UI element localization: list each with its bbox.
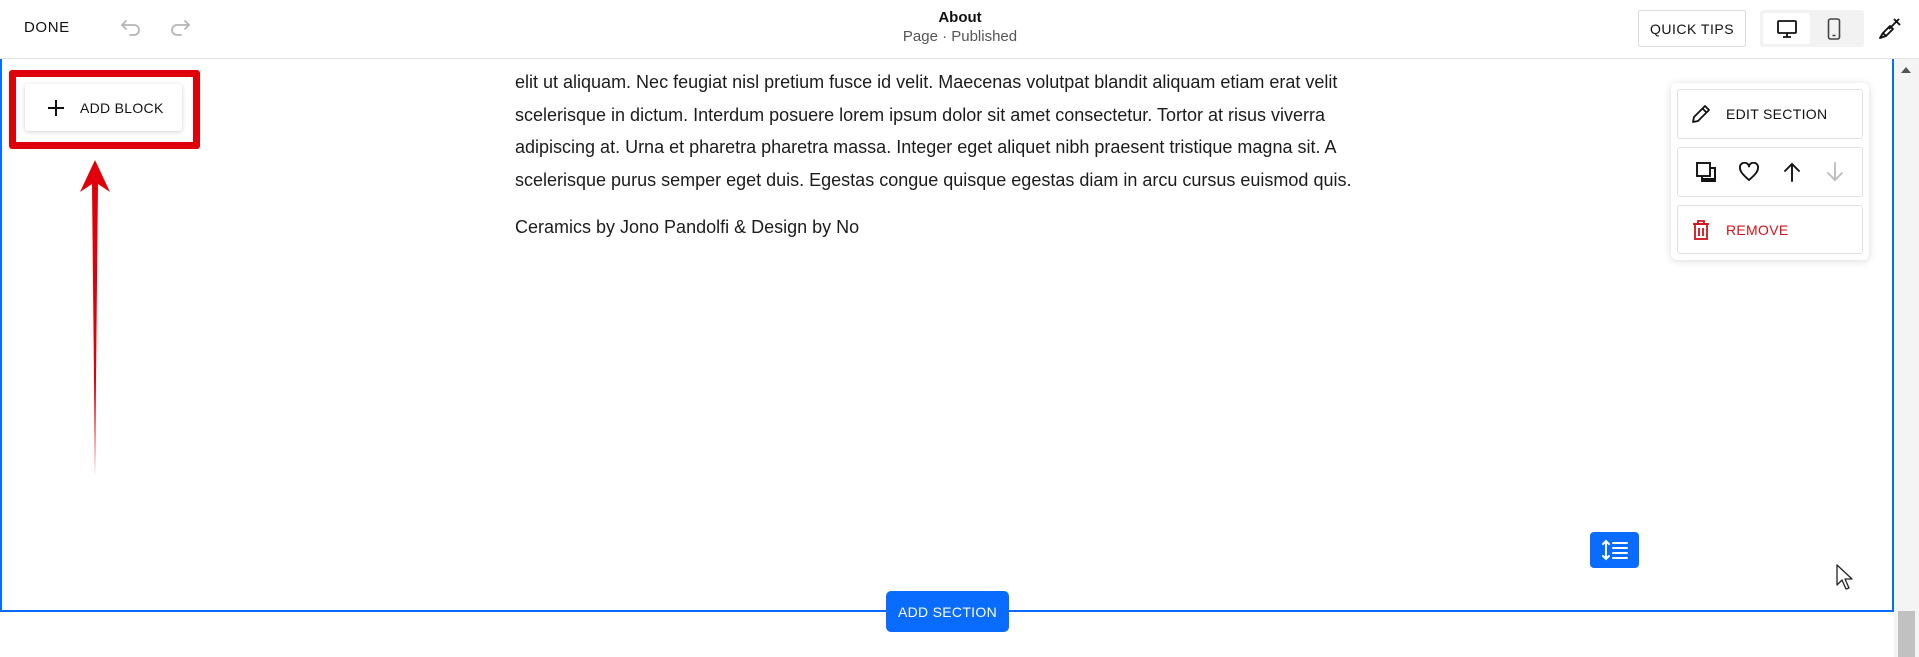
body-text[interactable]: elit ut aliquam. Nec feugiat nisl pretiu… [515, 66, 1395, 196]
scroll-thumb[interactable] [1898, 611, 1915, 657]
desktop-view-button[interactable] [1763, 13, 1810, 44]
edit-section-button[interactable]: EDIT SECTION [1677, 89, 1863, 139]
remove-section-button[interactable]: REMOVE [1677, 205, 1863, 254]
done-button[interactable]: DONE [24, 17, 70, 39]
add-block-button[interactable]: ADD BLOCK [25, 84, 182, 131]
page-title: About [938, 9, 982, 26]
undo-icon[interactable] [119, 15, 143, 39]
edit-section-label: EDIT SECTION [1726, 106, 1828, 122]
add-block-label: ADD BLOCK [80, 99, 164, 116]
quick-tips-button[interactable]: QUICK TIPS [1638, 10, 1746, 47]
mobile-view-button[interactable] [1810, 13, 1857, 44]
section-menu: EDIT SECTION REMOVE [1671, 83, 1869, 260]
body-line: scelerisque purus semper eget duis. Eges… [515, 169, 1352, 190]
add-section-button[interactable]: ADD SECTION [886, 591, 1009, 632]
desktop-icon [1776, 19, 1797, 38]
annotation-arrow [80, 160, 110, 476]
section-tools-row [1677, 147, 1863, 197]
top-toolbar: DONE About Page · Published QUICK TIPS [0, 0, 1919, 59]
arrow-up-icon [1783, 162, 1800, 182]
editor-page: DONE About Page · Published QUICK TIPS e… [0, 0, 1919, 657]
section-spacing-button[interactable] [1590, 532, 1639, 568]
pencil-icon [1688, 101, 1714, 127]
site-styles-button[interactable] [1875, 14, 1905, 44]
mobile-icon [1827, 17, 1840, 40]
page-status: Page · Published [902, 28, 1018, 45]
paintbrush-icon [1879, 18, 1901, 39]
remove-label: REMOVE [1726, 221, 1789, 238]
move-section-up-button[interactable] [1777, 157, 1807, 187]
spacing-icon [1601, 539, 1628, 561]
body-line: elit ut aliquam. Nec feugiat nisl pretiu… [515, 72, 1338, 92]
page-title-block: About Page · Published [860, 8, 1060, 46]
body-line: adipiscing at. Urna et pharetra pharetra… [515, 137, 1337, 157]
redo-icon[interactable] [168, 15, 192, 39]
scroll-up-arrow-icon[interactable] [1901, 67, 1911, 73]
scrollbar[interactable] [1894, 59, 1919, 657]
save-section-button[interactable] [1734, 157, 1764, 187]
device-toggle [1760, 10, 1864, 47]
duplicate-section-button[interactable] [1691, 157, 1721, 187]
arrow-down-icon [1826, 162, 1843, 182]
mouse-cursor-icon [1836, 564, 1853, 590]
plus-icon [46, 98, 66, 118]
heart-icon [1738, 162, 1759, 181]
credit-text[interactable]: Ceramics by Jono Pandolfi & Design by No [515, 211, 1115, 243]
trash-icon [1688, 217, 1714, 243]
duplicate-icon [1695, 162, 1716, 182]
move-section-down-button[interactable] [1820, 157, 1850, 187]
body-line: scelerisque in dictum. Interdum posuere … [515, 104, 1325, 125]
